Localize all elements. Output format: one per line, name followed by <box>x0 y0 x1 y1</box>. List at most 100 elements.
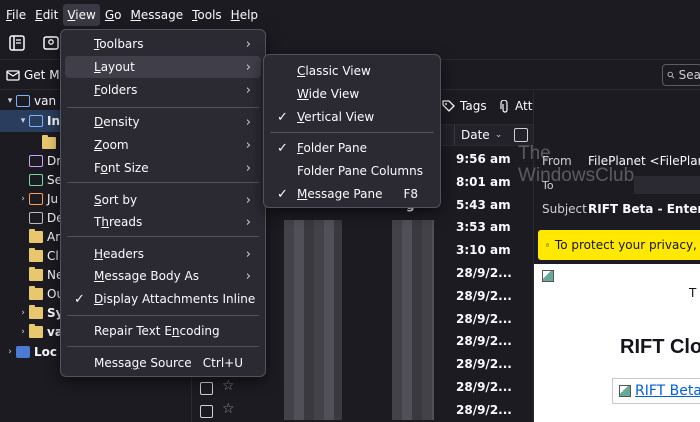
menu-item-folders[interactable]: Folders › <box>65 79 261 101</box>
menu-edit[interactable]: Edit <box>31 4 62 26</box>
star-icon[interactable]: ☆ <box>222 378 235 394</box>
chevron-right-icon: › <box>245 192 251 208</box>
menu-item-classic-view[interactable]: Classic View <box>268 60 436 82</box>
image-placeholder-icon <box>542 270 554 282</box>
select-checkbox[interactable] <box>200 382 213 395</box>
menu-separator <box>67 315 259 316</box>
tag-icon <box>442 99 455 112</box>
chevron-right-icon: › <box>245 114 251 130</box>
menu-item-density[interactable]: Density › <box>65 111 261 133</box>
menu-item-label: Vertical View <box>297 110 375 124</box>
chevron-right-icon: › <box>245 82 251 98</box>
message-date: 28/9/2... <box>456 288 512 303</box>
menu-bar: File Edit View Go Message Tools Help <box>0 0 700 29</box>
message-date: 28/9/2... <box>456 334 512 349</box>
menu-item-headers[interactable]: Headers › <box>65 243 261 265</box>
column-picker-icon[interactable] <box>514 128 528 142</box>
tags-filter-button[interactable]: Tags <box>442 99 487 113</box>
menu-go[interactable]: Go <box>101 4 126 26</box>
to-value <box>634 176 700 194</box>
chevron-right-icon: › <box>245 268 251 284</box>
menu-item-folder-pane[interactable]: ✓ Folder Pane <box>268 137 436 159</box>
menu-message[interactable]: Message <box>126 4 187 26</box>
expand-twisty-icon[interactable]: › <box>4 347 16 357</box>
menu-tools[interactable]: Tools <box>188 4 226 26</box>
expand-twisty-icon[interactable]: › <box>17 194 29 204</box>
menu-item-label: Wide View <box>297 87 360 101</box>
menu-item-threads[interactable]: Threads › <box>65 211 261 233</box>
menu-item-repair-text-encoding[interactable]: Repair Text Encoding <box>65 320 261 342</box>
menu-item-zoom[interactable]: Zoom › <box>65 134 261 156</box>
checkmark-icon: ✓ <box>277 109 288 125</box>
table-row[interactable]: 28/9/2... <box>192 376 533 399</box>
menu-item-label: Density <box>94 115 140 129</box>
menu-item-display-attachments-inline[interactable]: ✓ Display Attachments Inline <box>65 288 261 310</box>
search-placeholder: Sea <box>678 68 700 82</box>
menu-separator <box>270 132 434 133</box>
keyboard-shortcut: Ctrl+U <box>202 356 243 370</box>
message-date: 3:53 am <box>456 220 511 235</box>
date-column-header[interactable]: Date ⌄ <box>454 125 514 145</box>
mail-space-icon[interactable] <box>8 34 28 54</box>
menu-item-label: Folder Pane <box>297 141 367 155</box>
menu-item-folder-pane-columns[interactable]: Folder Pane Columns <box>268 160 436 182</box>
menu-item-label: Threads <box>94 215 143 229</box>
menu-view[interactable]: View <box>63 3 100 26</box>
message-date: 28/9/2... <box>456 402 512 417</box>
folder-name: Ar <box>47 230 61 244</box>
chevron-right-icon: › <box>245 59 251 75</box>
menu-separator <box>67 107 259 108</box>
privacy-notice-text: To protect your privacy, T <box>554 238 700 252</box>
folder-name: van <box>34 94 57 108</box>
folder-icon <box>29 174 43 186</box>
message-reading-pane: From FilePlanet <FilePlanetB To Subject … <box>533 90 700 422</box>
menu-item-message-body-as[interactable]: Message Body As › <box>65 265 261 287</box>
expand-twisty-icon[interactable]: › <box>17 327 29 337</box>
message-date: 28/9/2... <box>456 380 512 394</box>
get-messages-icon <box>6 70 20 81</box>
menu-item-sort-by[interactable]: Sort by › <box>65 189 261 211</box>
address-book-icon[interactable] <box>42 34 62 54</box>
folder-icon <box>29 212 43 224</box>
folder-icon <box>29 324 43 338</box>
menu-item-message-pane[interactable]: ✓ Message Pane F8 <box>268 183 436 205</box>
collapse-twisty-icon[interactable]: ▾ <box>4 96 16 106</box>
menu-item-toolbars[interactable]: Toolbars › <box>65 33 261 55</box>
chevron-right-icon: › <box>245 214 251 230</box>
expand-twisty-icon[interactable]: › <box>17 308 29 318</box>
star-icon[interactable]: ☆ <box>222 401 235 417</box>
table-row[interactable]: 28/9/2... <box>192 399 533 422</box>
keyboard-shortcut: F8 <box>403 187 418 201</box>
message-date: 3:10 am <box>456 243 511 258</box>
rift-beta-link[interactable]: RIFT Beta <box>635 383 700 399</box>
message-date: 28/9/2... <box>456 266 512 280</box>
menu-help[interactable]: Help <box>227 4 262 26</box>
email-body: T RIFT Clo RIFT Beta <box>534 264 700 422</box>
blurred-subject <box>392 220 434 420</box>
remote-content-notification[interactable]: To protect your privacy, T <box>538 230 700 260</box>
search-input[interactable]: Sea <box>662 64 700 86</box>
watermark-line-2: WindowsClub <box>518 165 635 186</box>
menu-item-font-size[interactable]: Font Size › <box>65 157 261 179</box>
blurred-sender <box>284 220 342 420</box>
menu-item-label: Message Pane <box>297 187 383 201</box>
collapse-twisty-icon[interactable]: ▾ <box>17 116 29 126</box>
watermark: The WindowsClub <box>518 143 634 187</box>
menu-file[interactable]: File <box>2 4 30 26</box>
folder-icon <box>29 155 43 167</box>
chevron-right-icon: › <box>245 246 251 262</box>
folder-icon <box>29 248 43 262</box>
menu-item-wide-view[interactable]: Wide View <box>268 83 436 105</box>
paperclip-icon <box>500 99 508 113</box>
menu-item-label: Toolbars <box>94 37 144 51</box>
folder-icon <box>42 135 56 149</box>
menu-item-label: Classic View <box>297 64 371 78</box>
folder-icon <box>29 115 43 127</box>
menu-item-message-source[interactable]: Message Source Ctrl+U <box>65 352 261 374</box>
menu-item-layout[interactable]: Layout › <box>65 56 261 78</box>
select-checkbox[interactable] <box>200 405 213 418</box>
menu-item-vertical-view[interactable]: ✓ Vertical View <box>268 106 436 128</box>
get-messages-button[interactable]: Get M <box>6 65 60 85</box>
menu-separator <box>67 182 259 183</box>
menu-separator <box>67 346 259 347</box>
